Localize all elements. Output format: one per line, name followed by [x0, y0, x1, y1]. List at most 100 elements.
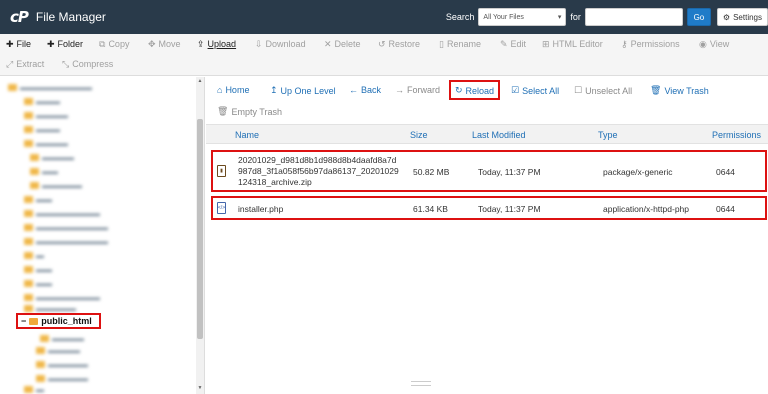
folder-icon	[24, 196, 33, 203]
folder-icon	[30, 182, 39, 189]
up-one-level-button[interactable]: ↥ Up One Level	[270, 85, 336, 96]
download-button[interactable]: ⇩ Download	[255, 39, 306, 50]
tree-item[interactable]: ▬▬▬	[24, 124, 60, 135]
tree-item[interactable]: ▬▬▬▬▬	[30, 180, 82, 191]
restore-button[interactable]: ↺ Restore	[378, 39, 420, 50]
tree-scrollbar-thumb[interactable]	[197, 119, 203, 339]
permissions-button[interactable]: ⚷ Permissions	[621, 39, 680, 50]
new-folder-label: Folder	[57, 39, 84, 49]
tree-item[interactable]: ▬▬	[24, 264, 52, 275]
table-row[interactable]: ▮ 20201029_d981d8b1d988d8b4daafd8a7d 987…	[211, 150, 767, 192]
tree-item[interactable]: ▬▬▬▬▬▬▬▬	[24, 292, 100, 303]
new-folder-button[interactable]: ✚ Folder	[47, 39, 83, 50]
reload-button[interactable]: ↻ Reload	[455, 85, 494, 96]
search-scope-select[interactable]: All Your Files ▾	[478, 8, 567, 26]
folder-icon	[24, 140, 33, 147]
resize-handle[interactable]	[411, 381, 431, 386]
table-row[interactable]: </> installer.php 61.34 KB Today, 11:37 …	[211, 196, 767, 220]
file-type: application/x-httpd-php	[603, 204, 690, 214]
tree-item[interactable]: ▬▬▬▬	[30, 152, 74, 163]
tree-item[interactable]: ▬▬▬▬	[24, 110, 68, 121]
copy-label: Copy	[108, 39, 130, 49]
folder-icon	[24, 386, 33, 393]
empty-trash-label: Empty Trash	[231, 106, 282, 117]
tree-item[interactable]: ▬▬	[30, 166, 58, 177]
search-label: Search	[445, 12, 475, 22]
folder-icon	[24, 294, 33, 301]
scroll-up-icon[interactable]: ▲	[196, 78, 204, 84]
tree-item[interactable]: ▬▬▬▬▬▬▬▬▬	[24, 222, 108, 233]
empty-trash-button[interactable]: 🗑 Empty Trash	[217, 106, 282, 117]
folder-icon	[36, 375, 45, 382]
file-toolbar: ✚ File ✚ Folder ⧉ Copy ✥ Move ⇪ Upload ⇩ Downl…	[0, 34, 768, 76]
edit-button[interactable]: ✎ Edit	[500, 39, 526, 50]
collapse-icon[interactable]: −	[21, 316, 26, 326]
move-button[interactable]: ✥ Move	[148, 39, 181, 50]
pencil-icon: ✎	[500, 38, 508, 49]
file-modified: Today, 11:37 PM	[478, 167, 541, 177]
file-permissions: 0644	[716, 204, 735, 214]
folder-icon	[36, 361, 45, 368]
extract-button[interactable]: ⤢ Extract	[6, 59, 44, 70]
close-icon: ✕	[324, 38, 332, 49]
back-label: Back	[361, 85, 382, 95]
file-type: package/x-generic	[603, 167, 673, 177]
tree-item[interactable]: ▬▬▬▬	[40, 333, 84, 344]
rename-button[interactable]: ▯ Rename	[439, 39, 481, 50]
view-button[interactable]: ◉ View	[699, 39, 729, 50]
tree-scrollbar[interactable]: ▲ ▼	[196, 77, 204, 394]
new-file-button[interactable]: ✚ File	[6, 39, 31, 50]
home-button[interactable]: ⌂ Home	[217, 85, 249, 95]
search-area: Search All Your Files ▾ for Go ⚙ Setting…	[446, 0, 768, 34]
forward-button[interactable]: → Forward	[395, 85, 440, 95]
copy-button[interactable]: ⧉ Copy	[99, 39, 129, 50]
tree-item[interactable]: ▬▬	[24, 278, 52, 289]
tree-item[interactable]: ▬	[24, 384, 44, 394]
folder-icon	[24, 112, 33, 119]
tree-item[interactable]: ▬▬▬▬▬	[36, 373, 88, 384]
tree-item[interactable]: ▬▬▬▬▬▬▬▬	[24, 208, 100, 219]
column-type[interactable]: Type	[598, 130, 618, 140]
compress-icon: ⤡	[62, 58, 70, 69]
download-icon: ⇩	[255, 38, 263, 49]
scroll-down-icon[interactable]: ▼	[196, 385, 204, 391]
file-size: 50.82 MB	[413, 167, 450, 177]
extract-label: Extract	[16, 59, 45, 69]
unselect-all-button[interactable]: ☐ Unselect All	[574, 85, 632, 96]
search-input[interactable]	[584, 8, 683, 26]
move-icon: ✥	[148, 38, 156, 49]
tree-item[interactable]: ▬▬▬	[24, 96, 60, 107]
tree-item[interactable]: ▬▬▬▬▬▬▬▬▬	[24, 236, 108, 247]
tree-item[interactable]: ▬▬▬▬▬	[36, 359, 88, 370]
tree-item[interactable]: ▬	[24, 250, 44, 261]
folder-open-icon	[29, 317, 39, 325]
top-header: cP File Manager Search All Your Files ▾ …	[0, 0, 768, 34]
column-name[interactable]: Name	[235, 130, 259, 140]
edit-label: Edit	[510, 39, 527, 49]
view-trash-button[interactable]: 🗑 View Trash	[650, 85, 709, 96]
extract-icon: ⤢	[6, 58, 14, 69]
app-title: File Manager	[35, 10, 106, 24]
tree-item-public-html[interactable]: − public_html	[16, 313, 101, 329]
compress-button[interactable]: ⤡ Compress	[62, 59, 113, 70]
back-button[interactable]: ← Back	[349, 85, 381, 95]
delete-button[interactable]: ✕ Delete	[324, 39, 361, 50]
tree-item[interactable]: ▬▬▬▬	[24, 138, 68, 149]
select-all-button[interactable]: ☑ Select All	[511, 85, 559, 96]
html-editor-button[interactable]: ⊞ HTML Editor	[542, 39, 603, 50]
column-size[interactable]: Size	[410, 130, 428, 140]
settings-button[interactable]: ⚙ Settings	[716, 8, 768, 26]
upload-icon: ⇪	[197, 38, 205, 49]
permissions-label: Permissions	[630, 39, 680, 49]
column-last-modified[interactable]: Last Modified	[472, 130, 526, 140]
go-button[interactable]: Go	[686, 8, 711, 26]
tree-item-root[interactable]: ▬▬▬▬▬▬▬▬▬	[8, 82, 92, 93]
upload-button[interactable]: ⇪ Upload	[197, 39, 236, 50]
column-permissions[interactable]: Permissions	[712, 130, 761, 140]
trash-icon: 🗑	[217, 106, 229, 116]
tree-item-public-html-label: public_html	[41, 316, 92, 326]
folder-icon	[40, 335, 49, 342]
tree-item[interactable]: ▬▬▬▬	[36, 345, 80, 356]
tree-item[interactable]: ▬▬	[24, 194, 52, 205]
cpanel-logo[interactable]: cP File Manager	[10, 8, 106, 26]
